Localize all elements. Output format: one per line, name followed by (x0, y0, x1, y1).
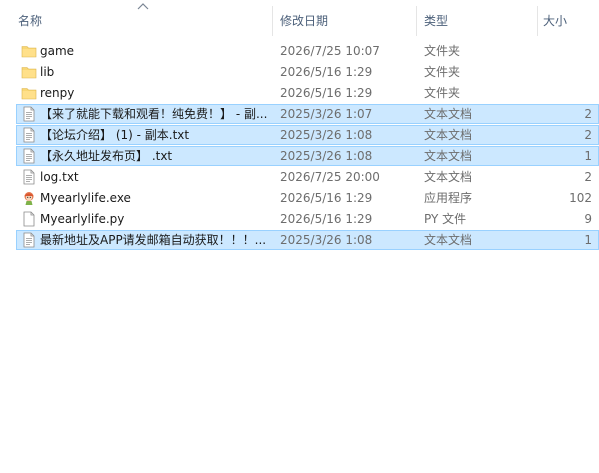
column-divider[interactable] (272, 6, 273, 36)
folder-icon (21, 63, 39, 81)
file-name: lib (40, 65, 55, 79)
file-row[interactable]: 【永久地址发布页】 .txt 2025/3/26 1:08 文本文档 1 (16, 146, 599, 166)
file-type: 文本文档 (424, 149, 473, 163)
column-divider[interactable] (537, 6, 538, 36)
file-size: 2 (584, 170, 592, 184)
file-size: 102 (569, 191, 592, 205)
text-file-icon (21, 168, 39, 186)
file-modified-date: 2026/5/16 1:29 (280, 191, 373, 205)
file-name: renpy (40, 86, 75, 100)
app-exe-icon (21, 189, 39, 207)
file-modified-date: 2026/7/25 20:00 (280, 170, 380, 184)
column-header-bar: 名称 修改日期 类型 大小 (0, 6, 599, 36)
file-modified-date: 2025/3/26 1:07 (280, 107, 373, 121)
file-type: PY 文件 (424, 212, 467, 226)
file-size: 1 (584, 233, 592, 247)
file-size: 2 (584, 128, 592, 142)
file-modified-date: 2025/3/26 1:08 (280, 233, 373, 247)
file-size (540, 84, 592, 102)
file-type: 应用程序 (424, 191, 473, 205)
folder-icon (21, 84, 39, 102)
file-name: Myearlylife.exe (40, 191, 131, 205)
file-name: 【永久地址发布页】 .txt (40, 149, 173, 163)
column-header-size[interactable]: 大小 (543, 6, 593, 36)
text-file-icon (21, 126, 39, 144)
file-row[interactable]: lib 2026/5/16 1:29 文件夹 (16, 62, 599, 82)
file-type: 文本文档 (424, 170, 473, 184)
file-name: 【论坛介绍】 (1) - 副本.txt (40, 128, 190, 142)
column-header-modified[interactable]: 修改日期 (280, 6, 410, 36)
text-file-icon (21, 147, 39, 165)
file-type: 文本文档 (424, 107, 473, 121)
file-modified-date: 2026/7/25 10:07 (280, 44, 380, 58)
file-type: 文件夹 (424, 44, 461, 58)
file-type: 文件夹 (424, 65, 461, 79)
file-row[interactable]: 【来了就能下载和观看！纯免费！】 - 副... 2025/3/26 1:07 文本文… (16, 104, 599, 124)
column-header-type[interactable]: 类型 (424, 6, 534, 36)
text-file-icon (21, 105, 39, 123)
file-modified-date: 2026/5/16 1:29 (280, 86, 373, 100)
file-modified-date: 2025/3/26 1:08 (280, 149, 373, 163)
file-size: 1 (584, 149, 592, 163)
file-modified-date: 2026/5/16 1:29 (280, 65, 373, 79)
file-type: 文本文档 (424, 128, 473, 142)
py-file-icon (21, 210, 39, 228)
file-type: 文件夹 (424, 86, 461, 100)
column-header-name[interactable]: 名称 (18, 6, 268, 36)
column-divider[interactable] (416, 6, 417, 36)
file-size: 2 (584, 107, 592, 121)
file-row[interactable]: 【论坛介绍】 (1) - 副本.txt 2025/3/26 1:08 文本文档 2 (16, 125, 599, 145)
file-row[interactable]: log.txt 2026/7/25 20:00 文本文档 2 (16, 167, 599, 187)
file-modified-date: 2026/5/16 1:29 (280, 212, 373, 226)
file-name: 最新地址及APP请发邮箱自动获取！！！... (40, 233, 267, 247)
file-row[interactable]: Myearlylife.py 2026/5/16 1:29 PY 文件 9 (16, 209, 599, 229)
file-row[interactable]: Myearlylife.exe 2026/5/16 1:29 应用程序 102 (16, 188, 599, 208)
folder-icon (21, 42, 39, 60)
file-modified-date: 2025/3/26 1:08 (280, 128, 373, 142)
text-file-icon (21, 231, 39, 249)
file-name: game (40, 44, 75, 58)
file-list: game 2026/7/25 10:07 文件夹 lib 2026/5/16 1:29 文… (16, 41, 599, 251)
file-row[interactable]: game 2026/7/25 10:07 文件夹 (16, 41, 599, 61)
file-size: 9 (584, 212, 592, 226)
file-explorer-details-view: 名称 修改日期 类型 大小 game 2026/7/25 10:07 文件夹 lib 2… (0, 0, 599, 473)
file-row[interactable]: renpy 2026/5/16 1:29 文件夹 (16, 83, 599, 103)
file-type: 文本文档 (424, 233, 473, 247)
file-name: log.txt (40, 170, 79, 184)
file-name: Myearlylife.py (40, 212, 125, 226)
file-name: 【来了就能下载和观看！纯免费！】 - 副... (40, 107, 268, 121)
file-size (540, 42, 592, 60)
file-size (540, 63, 592, 81)
file-row[interactable]: 最新地址及APP请发邮箱自动获取！！！... 2025/3/26 1:08 文本文档… (16, 230, 599, 250)
